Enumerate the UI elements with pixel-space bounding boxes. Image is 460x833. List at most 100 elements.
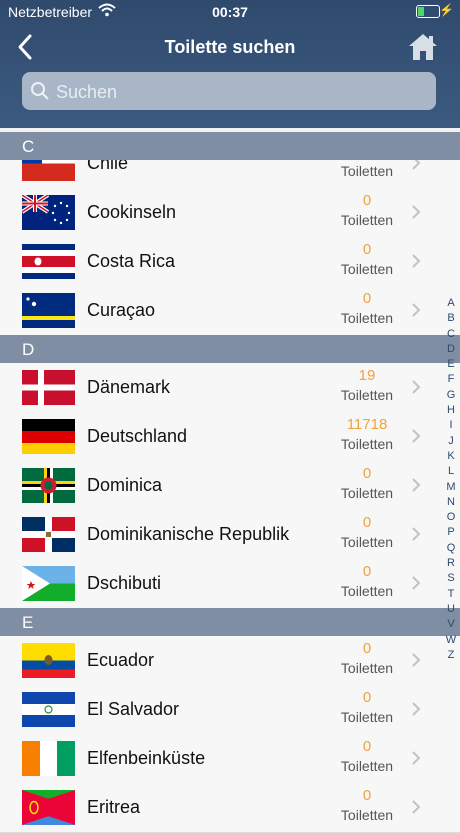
page-title: Toilette suchen	[164, 37, 296, 57]
index-letter[interactable]: K	[442, 449, 460, 464]
flag-icon	[22, 741, 75, 776]
toilet-count: 0	[362, 192, 372, 209]
flag-icon	[22, 468, 75, 503]
charging-icon: ⚡	[439, 3, 454, 17]
status-bar: Netzbetreiber 00:37 ⚡	[0, 0, 460, 24]
toilet-unit-label: Toiletten	[340, 583, 394, 599]
toilet-unit-label: Toiletten	[340, 436, 394, 452]
battery-icon	[416, 5, 440, 18]
search-icon	[31, 82, 49, 100]
country-name: Elfenbeinküste	[87, 748, 206, 768]
toilet-unit-label: Toiletten	[340, 807, 394, 823]
chevron-right-icon	[412, 380, 421, 394]
index-letter[interactable]: F	[442, 372, 460, 387]
toilet-unit-label: Toiletten	[340, 534, 394, 550]
flag-icon	[22, 517, 75, 552]
list-item[interactable]: El Salvador 0 Toiletten	[0, 685, 460, 735]
section-header-c: C	[0, 132, 460, 160]
index-letter[interactable]: E	[442, 357, 460, 372]
toilet-unit-label: Toiletten	[340, 310, 394, 326]
toilet-unit-label: Toiletten	[340, 485, 394, 501]
list-item[interactable]: Curaçao 0 Toiletten	[0, 286, 460, 336]
index-letter[interactable]: J	[442, 434, 460, 449]
section-index[interactable]: ABCDEFGHIJKLMNOPQRSTUVWZ	[442, 296, 460, 663]
country-name: Dänemark	[87, 377, 171, 397]
list-item[interactable]: Dominikanische Republik 0 Toiletten	[0, 510, 460, 560]
chevron-right-icon	[412, 429, 421, 443]
index-letter[interactable]: S	[442, 571, 460, 586]
toilet-count: 0	[362, 738, 372, 755]
toilet-count: 0	[362, 514, 372, 531]
chevron-right-icon	[412, 653, 421, 667]
chevron-right-icon	[412, 205, 421, 219]
flag-icon	[22, 643, 75, 678]
section-header-e: E	[0, 608, 460, 636]
index-letter[interactable]: N	[442, 495, 460, 510]
list-item[interactable]: Elfenbeinküste 0 Toiletten	[0, 734, 460, 784]
index-letter[interactable]: Z	[442, 648, 460, 663]
country-name: Deutschland	[87, 426, 188, 446]
index-letter[interactable]: G	[442, 388, 460, 403]
index-letter[interactable]: V	[442, 617, 460, 632]
country-name: Ecuador	[87, 650, 155, 670]
flag-icon	[22, 790, 75, 825]
country-name: Curaçao	[87, 300, 156, 320]
index-letter[interactable]: I	[442, 418, 460, 433]
index-letter[interactable]: D	[442, 342, 460, 357]
chevron-right-icon	[412, 527, 421, 541]
index-letter[interactable]: R	[442, 556, 460, 571]
flag-icon	[22, 370, 75, 405]
country-name: Dominica	[87, 475, 163, 495]
list-item[interactable]: Eritrea 0 Toiletten	[0, 783, 460, 833]
index-letter[interactable]: P	[442, 525, 460, 540]
chevron-right-icon	[412, 254, 421, 268]
section-letter: D	[22, 340, 35, 359]
index-letter[interactable]: C	[442, 327, 460, 342]
index-letter[interactable]: L	[442, 464, 460, 479]
home-icon[interactable]	[408, 32, 438, 62]
list-item[interactable]: Dänemark 19 Toiletten	[0, 363, 460, 413]
toilet-count: 0	[362, 787, 372, 804]
index-letter[interactable]: A	[442, 296, 460, 311]
chevron-right-icon	[412, 303, 421, 317]
toilet-unit-label: Toiletten	[340, 709, 394, 725]
header: Netzbetreiber 00:37 ⚡ Toilette suchen	[0, 0, 460, 128]
index-letter[interactable]: H	[442, 403, 460, 418]
list-item[interactable]: Deutschland 11718 Toiletten	[0, 412, 460, 462]
toilet-count: 19	[358, 367, 376, 384]
country-name: Cookinseln	[87, 202, 177, 222]
list-item[interactable]: Dschibuti 0 Toiletten	[0, 559, 460, 609]
search-bar[interactable]	[22, 72, 436, 112]
toilet-count: 0	[362, 241, 372, 258]
flag-icon	[22, 692, 75, 727]
toilet-count: 0	[362, 465, 372, 482]
chevron-right-icon	[412, 751, 421, 765]
index-letter[interactable]: M	[442, 480, 460, 495]
country-name: Costa Rica	[87, 251, 176, 271]
index-letter[interactable]: W	[442, 633, 460, 648]
toilet-count: 0	[362, 640, 372, 657]
nav-bar: Toilette suchen	[0, 26, 460, 68]
chevron-right-icon	[412, 478, 421, 492]
clock: 00:37	[212, 4, 248, 20]
flag-icon	[22, 195, 75, 230]
list-item[interactable]: Costa Rica 0 Toiletten	[0, 237, 460, 287]
toilet-unit-label: Toiletten	[340, 758, 394, 774]
flag-icon	[22, 419, 75, 454]
country-name: Dschibuti	[87, 573, 162, 593]
toilet-unit-label: Toiletten	[340, 163, 394, 179]
index-letter[interactable]: B	[442, 311, 460, 326]
toilet-unit-label: Toiletten	[340, 660, 394, 676]
list-item[interactable]: Ecuador 0 Toiletten	[0, 636, 460, 686]
list-item[interactable]: Dominica 0 Toiletten	[0, 461, 460, 511]
chevron-right-icon	[412, 702, 421, 716]
flag-icon	[22, 244, 75, 279]
index-letter[interactable]: T	[442, 587, 460, 602]
list-item[interactable]: Cookinseln 0 Toiletten	[0, 188, 460, 238]
index-letter[interactable]: O	[442, 510, 460, 525]
search-input[interactable]	[54, 72, 428, 112]
country-name: El Salvador	[87, 699, 180, 719]
index-letter[interactable]: Q	[442, 541, 460, 556]
toilet-count: 0	[362, 290, 372, 307]
index-letter[interactable]: U	[442, 602, 460, 617]
